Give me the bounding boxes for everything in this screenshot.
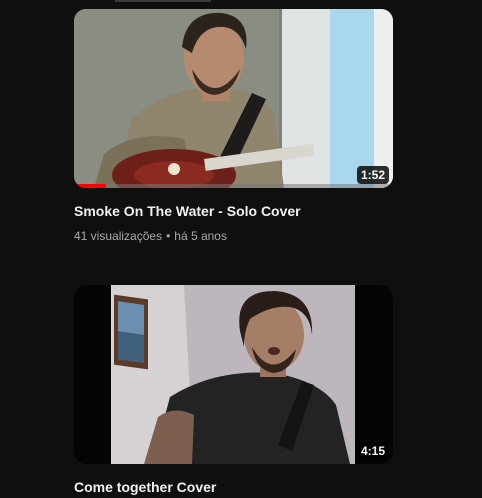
singer-thumbnail-image <box>74 285 393 464</box>
view-count: 41 visualizações <box>74 229 163 243</box>
video-thumbnail[interactable]: 1:52 <box>74 9 393 188</box>
video-thumbnail[interactable]: 4:15 <box>74 285 393 464</box>
watch-progress-fill <box>74 184 106 188</box>
duration-badge: 1:52 <box>356 166 389 184</box>
video-title[interactable]: Come together Cover <box>74 478 393 496</box>
duration-badge: 4:15 <box>356 442 389 460</box>
video-grid: 1:52 Smoke On The Water - Solo Cover 41 … <box>0 0 482 498</box>
watch-progress-track <box>74 184 393 188</box>
guitarist-thumbnail-image <box>74 9 393 188</box>
video-card[interactable]: 1:52 Smoke On The Water - Solo Cover 41 … <box>74 9 393 244</box>
scroll-indicator <box>115 0 211 2</box>
meta-separator: • <box>166 229 171 243</box>
video-metadata: 41 visualizações • há 5 anos <box>74 228 393 244</box>
video-title[interactable]: Smoke On The Water - Solo Cover <box>74 202 393 220</box>
video-card[interactable]: 4:15 Come together Cover <box>74 285 393 496</box>
upload-age: há 5 anos <box>174 229 227 243</box>
